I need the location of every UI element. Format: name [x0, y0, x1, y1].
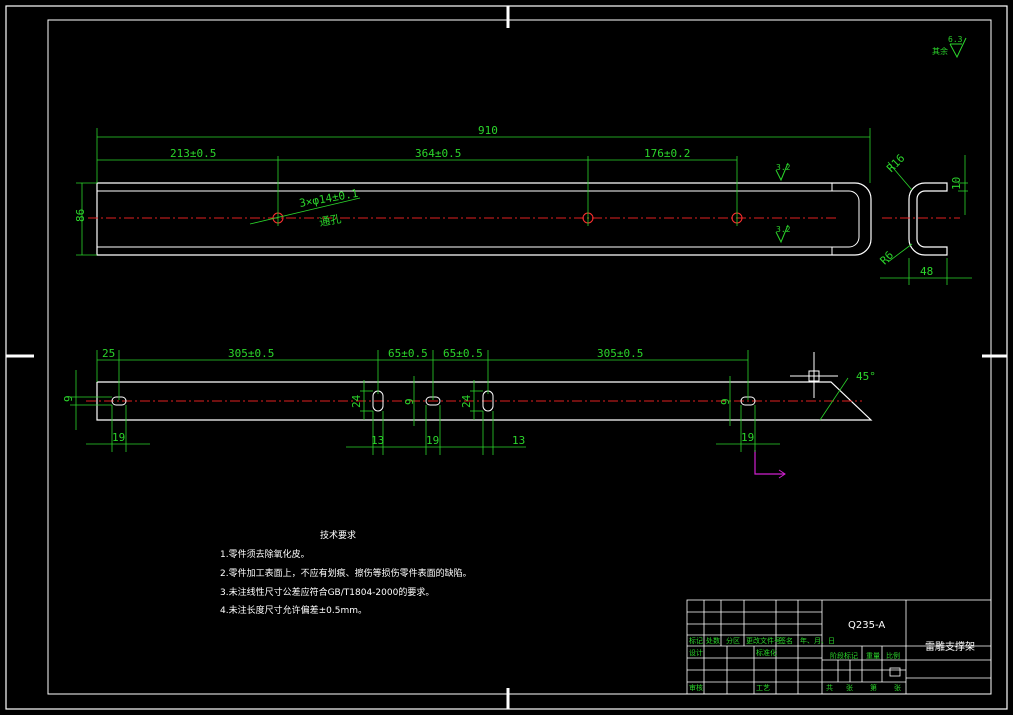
- dim-19a: 19: [112, 431, 125, 444]
- dim-r6: R6: [878, 249, 897, 268]
- svg-text:共: 共: [826, 683, 833, 692]
- dim-65a: 65±0.5: [388, 347, 428, 360]
- tech-req-line-3: 3.未注线性尺寸公差应符合GB/T1804-2000的要求。: [220, 586, 434, 598]
- part-name: 雷雕支撑架: [925, 640, 975, 653]
- side-view: R16 R6 10 48: [878, 152, 972, 285]
- dim-19b: 19: [426, 434, 439, 447]
- tech-req-title: 技术要求: [320, 529, 356, 541]
- dim-19c: 19: [741, 431, 754, 444]
- dim-86: 86: [74, 209, 87, 222]
- dim-13b: 13: [512, 434, 525, 447]
- hole-note: 3×φ14±0.1: [298, 187, 359, 210]
- sheet-border: [5, 5, 1008, 710]
- top-view: 910 213±0.5 364±0.5 176±0.2 86 3×φ14±0.1…: [74, 124, 872, 256]
- dim-48: 48: [920, 265, 933, 278]
- roughness-value: 6.3: [948, 35, 963, 44]
- svg-text:工艺: 工艺: [756, 684, 770, 692]
- hole-note-through: 通孔: [318, 212, 342, 229]
- material-label: Q235-A: [848, 620, 885, 631]
- finish-top: 3.2: [776, 163, 791, 172]
- svg-text:年、月、日: 年、月、日: [800, 636, 835, 645]
- dim-10: 10: [950, 177, 963, 190]
- roughness-symbol: 其余 6.3: [932, 35, 967, 59]
- dim-305b: 305±0.5: [597, 347, 643, 360]
- svg-text:重量: 重量: [866, 652, 880, 660]
- dim-176: 176±0.2: [644, 147, 690, 160]
- svg-text:阶段标记: 阶段标记: [830, 651, 858, 660]
- dim-9b: 9: [403, 398, 416, 405]
- dim-9c: 9: [719, 398, 732, 405]
- svg-text:更改文件号: 更改文件号: [746, 636, 781, 645]
- tech-req-line-1: 1.零件须去除氧化皮。: [220, 548, 310, 560]
- svg-text:标准化: 标准化: [756, 648, 777, 657]
- dim-24a: 24: [350, 394, 363, 408]
- dim-45deg: 45°: [856, 370, 876, 383]
- svg-text:比例: 比例: [886, 651, 900, 660]
- dim-r16: R16: [884, 152, 907, 175]
- svg-text:其余: 其余: [932, 46, 948, 56]
- tech-req-line-2: 2.零件加工表面上，不应有划痕、擦伤等损伤零件表面的缺陷。: [220, 567, 472, 579]
- cad-drawing-canvas: 其余 6.3 910 213±0.5 364±0.5 176±0.2 86 3×…: [5, 5, 1008, 710]
- dim-910: 910: [478, 124, 498, 137]
- dim-9a: 9: [62, 395, 75, 402]
- finish-bottom: 3.2: [776, 225, 791, 234]
- title-block-text: Q235-A 雷雕支撑架 标记 处数 分区 更改文件号 签名 年、月、日 设计 …: [689, 620, 975, 692]
- svg-text:分区: 分区: [726, 636, 740, 645]
- dim-24b: 24: [460, 394, 473, 408]
- flat-view: 25 305±0.5 65±0.5 65±0.5 305±0.5 45° 9 9…: [62, 347, 876, 479]
- dim-13a: 13: [371, 434, 384, 447]
- svg-text:张: 张: [846, 683, 853, 692]
- svg-text:张: 张: [894, 683, 901, 692]
- svg-text:签名: 签名: [779, 636, 793, 645]
- svg-text:标记: 标记: [689, 636, 703, 645]
- dim-364: 364±0.5: [415, 147, 461, 160]
- svg-text:第: 第: [870, 683, 877, 692]
- dim-25: 25: [102, 347, 115, 360]
- dim-65b: 65±0.5: [443, 347, 483, 360]
- svg-text:处数: 处数: [706, 636, 720, 645]
- svg-text:审核: 审核: [689, 683, 703, 692]
- tech-req-line-4: 4.未注长度尺寸允许偏差±0.5mm。: [220, 604, 367, 616]
- dim-213: 213±0.5: [170, 147, 216, 160]
- technical-requirements: 技术要求 1.零件须去除氧化皮。 2.零件加工表面上，不应有划痕、擦伤等损伤零件…: [220, 529, 472, 616]
- svg-text:设计: 设计: [689, 648, 703, 657]
- dim-305a: 305±0.5: [228, 347, 274, 360]
